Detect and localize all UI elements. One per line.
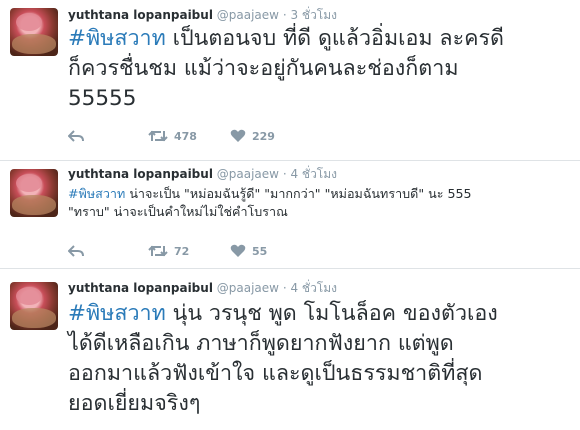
retweet-button[interactable]: 72 [148,241,189,261]
tweet-time[interactable]: 3 ชั่วโมง [290,8,337,22]
separator-dot: · [282,281,287,295]
tweet-1[interactable]: yuthtana lopanpaibul @paajaew · 3 ชั่วโม… [0,0,580,160]
hashtag-link[interactable]: #พิษสวาท [68,186,125,201]
like-count: 55 [252,244,268,258]
reply-icon [68,245,84,257]
tweet-text: #พิษสวาท เป็นตอนจบ ที่ดี ดูแล้วอิ่มเอม ล… [68,24,504,114]
reply-icon [68,130,84,142]
tweet-text: #พิษสวาท นุ่น วรนุช พูด โมโนล็อค ของตัวเ… [68,299,498,419]
tweet-line-text: นุ่น วรนุช พูด โมโนล็อค ของตัวเอง [172,301,498,326]
author-handle[interactable]: @paajaew [217,8,279,22]
tweet-header: yuthtana lopanpaibul @paajaew · 4 ชั่วโม… [68,165,337,184]
tweet-time[interactable]: 4 ชั่วโมง [290,167,337,181]
tweet-line-text: เป็นตอนจบ ที่ดี ดูแล้วอิ่มเอม ละครดี [172,26,505,51]
tweet-time[interactable]: 4 ชั่วโมง [290,281,337,295]
tweet-header: yuthtana lopanpaibul @paajaew · 4 ชั่วโม… [68,279,337,298]
hashtag-link[interactable]: #พิษสวาท [68,26,166,51]
retweet-icon [148,130,168,142]
separator-dot: · [282,167,287,181]
retweet-count: 478 [174,129,197,143]
avatar[interactable] [10,282,58,330]
heart-icon [230,129,246,142]
tweet-line: "ทราบ" น่าจะเป็นคำใหม่ไม่ใช่คำโบราณ [68,204,288,219]
tweet-line: 55555 [68,86,137,111]
tweet-line: #พิษสวาท น่าจะเป็น "หม่อมฉันรู้ดี" "มากก… [68,185,472,203]
like-button[interactable]: 229 [230,126,275,146]
tweet-line: #พิษสวาท เป็นตอนจบ ที่ดี ดูแล้วอิ่มเอม ล… [68,24,504,54]
tweet-header: yuthtana lopanpaibul @paajaew · 3 ชั่วโม… [68,6,337,25]
retweet-icon [148,245,168,257]
tweet-actions: 478 229 [68,126,368,146]
author-name[interactable]: yuthtana lopanpaibul [68,8,213,22]
avatar[interactable] [10,8,58,56]
avatar[interactable] [10,169,58,217]
author-handle[interactable]: @paajaew [217,281,279,295]
author-name[interactable]: yuthtana lopanpaibul [68,281,213,295]
tweet-line: ได้ดีเหลือเกิน ภาษาก็พูดยากฟังยาก แต่พูด [68,331,454,356]
tweet-line-text: น่าจะเป็น "หม่อมฉันรู้ดี" "มากกว่า" "หม่… [129,186,472,201]
tweet-line: ยอดเยี่ยมจริงๆ [68,391,201,416]
like-button[interactable]: 55 [230,241,267,261]
like-count: 229 [252,129,275,143]
tweet-line: ออกมาแล้วฟังเข้าใจ และดูเป็นธรรมชาติที่ส… [68,361,483,386]
retweet-count: 72 [174,244,190,258]
tweet-line: ก็ควรชื่นชม แม้ว่าจะอยู่กันคนละช่องก็ตาม [68,56,459,81]
tweet-actions: 72 55 [68,241,368,261]
hashtag-link[interactable]: #พิษสวาท [68,301,166,326]
author-name[interactable]: yuthtana lopanpaibul [68,167,213,181]
tweet-2[interactable]: yuthtana lopanpaibul @paajaew · 4 ชั่วโม… [0,161,580,268]
separator-dot: · [282,8,287,22]
reply-button[interactable] [68,126,84,146]
reply-button[interactable] [68,241,84,261]
author-handle[interactable]: @paajaew [217,167,279,181]
tweet-line: #พิษสวาท นุ่น วรนุช พูด โมโนล็อค ของตัวเ… [68,299,498,329]
tweet-3[interactable]: yuthtana lopanpaibul @paajaew · 4 ชั่วโม… [0,269,580,430]
tweet-text: #พิษสวาท น่าจะเป็น "หม่อมฉันรู้ดี" "มากก… [68,185,472,221]
heart-icon [230,244,246,257]
retweet-button[interactable]: 478 [148,126,197,146]
